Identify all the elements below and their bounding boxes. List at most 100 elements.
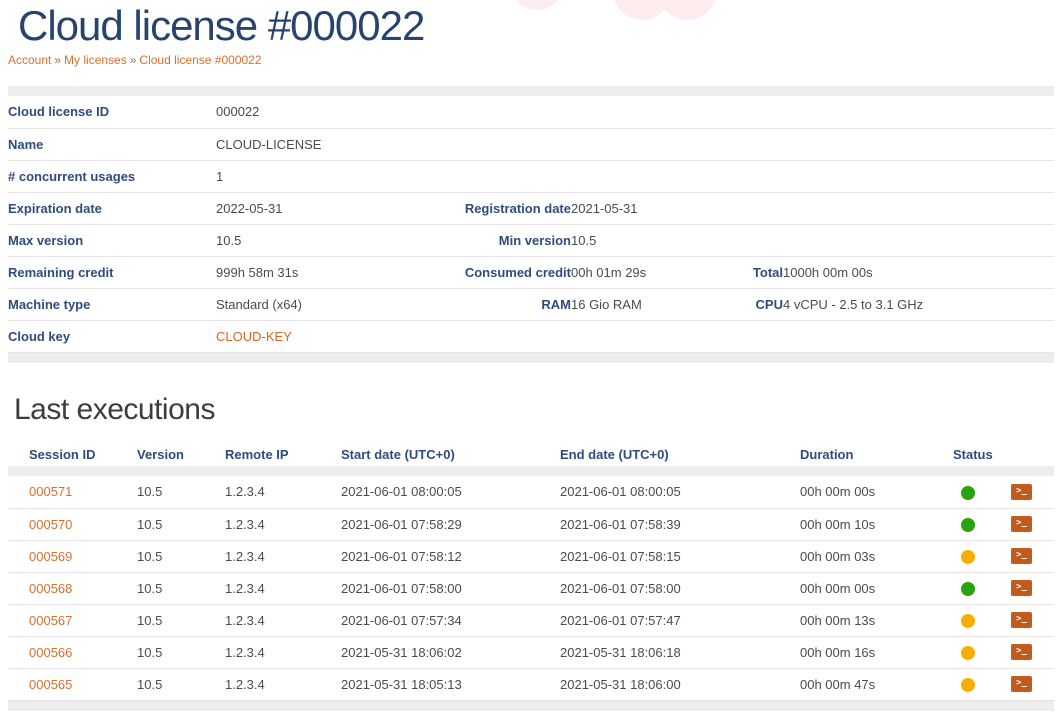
detail-row-machine: Machine type Standard (x64) RAM 16 Gio R… xyxy=(8,288,1054,320)
session-id-link[interactable]: 000571 xyxy=(29,484,72,499)
duration-cell: 00h 00m 03s xyxy=(800,540,953,572)
start-date-cell: 2021-06-01 07:57:34 xyxy=(341,604,560,636)
terminal-icon[interactable]: >_ xyxy=(1011,548,1032,564)
field-value: 999h 58m 31s xyxy=(216,256,456,288)
version-cell: 10.5 xyxy=(137,540,225,572)
breadcrumb-separator: » xyxy=(54,53,61,67)
duration-cell: 00h 00m 00s xyxy=(800,476,953,508)
end-date-cell: 2021-05-31 18:06:18 xyxy=(560,636,800,668)
breadcrumb-link-account[interactable]: Account xyxy=(8,53,51,67)
field-value: CLOUD-LICENSE xyxy=(216,128,1054,160)
last-executions-heading: Last executions xyxy=(14,393,1062,427)
terminal-icon[interactable]: >_ xyxy=(1011,484,1032,500)
field-value: 2022-05-31 xyxy=(216,192,456,224)
last-executions-table: Session ID Version Remote IP Start date … xyxy=(8,442,1054,711)
column-header-end-date: End date (UTC+0) xyxy=(560,442,800,466)
detail-row-cloud-key: Cloud key CLOUD-KEY xyxy=(8,320,1054,352)
column-header-start-date: Start date (UTC+0) xyxy=(341,442,560,466)
execution-row: 000568 10.5 1.2.3.4 2021-06-01 07:58:00 … xyxy=(8,572,1054,604)
status-dot xyxy=(961,550,975,564)
cloud-key-link[interactable]: CLOUD-KEY xyxy=(216,329,292,344)
field-label: CPU xyxy=(715,288,783,320)
field-label: Remaining credit xyxy=(8,256,216,288)
execution-row: 000567 10.5 1.2.3.4 2021-06-01 07:57:34 … xyxy=(8,604,1054,636)
duration-cell: 00h 00m 10s xyxy=(800,508,953,540)
field-value: 10.5 xyxy=(216,224,456,256)
status-dot xyxy=(961,614,975,628)
execution-row: 000571 10.5 1.2.3.4 2021-06-01 08:00:05 … xyxy=(8,476,1054,508)
session-id-link[interactable]: 000568 xyxy=(29,581,72,596)
start-date-cell: 2021-05-31 18:06:02 xyxy=(341,636,560,668)
remote-ip-cell: 1.2.3.4 xyxy=(225,540,341,572)
session-id-link[interactable]: 000566 xyxy=(29,645,72,660)
field-label: Cloud license ID xyxy=(8,96,216,128)
field-label: Expiration date xyxy=(8,192,216,224)
field-label: Machine type xyxy=(8,288,216,320)
column-header-session-id: Session ID xyxy=(8,442,137,466)
detail-row-cloud-license-id: Cloud license ID 000022 xyxy=(8,96,1054,128)
detail-row-credit: Remaining credit 999h 58m 31s Consumed c… xyxy=(8,256,1054,288)
terminal-icon[interactable]: >_ xyxy=(1011,580,1032,596)
column-header-status: Status xyxy=(953,442,1005,466)
execution-row: 000569 10.5 1.2.3.4 2021-06-01 07:58:12 … xyxy=(8,540,1054,572)
field-value: 1 xyxy=(216,160,1054,192)
version-cell: 10.5 xyxy=(137,572,225,604)
execution-row: 000566 10.5 1.2.3.4 2021-05-31 18:06:02 … xyxy=(8,636,1054,668)
duration-cell: 00h 00m 13s xyxy=(800,604,953,636)
status-dot xyxy=(961,486,975,500)
detail-row-dates: Expiration date 2022-05-31 Registration … xyxy=(8,192,1054,224)
session-id-link[interactable]: 000570 xyxy=(29,517,72,532)
status-dot xyxy=(961,518,975,532)
field-label: Min version xyxy=(456,224,571,256)
terminal-icon[interactable]: >_ xyxy=(1011,644,1032,660)
breadcrumb: Account»My licenses»Cloud license #00002… xyxy=(8,53,1062,67)
column-header-console xyxy=(1005,442,1054,466)
remote-ip-cell: 1.2.3.4 xyxy=(225,668,341,700)
field-value: 00h 01m 29s xyxy=(571,256,715,288)
version-cell: 10.5 xyxy=(137,636,225,668)
field-value: 10.5 xyxy=(571,224,1054,256)
end-date-cell: 2021-06-01 08:00:05 xyxy=(560,476,800,508)
column-header-duration: Duration xyxy=(800,442,953,466)
column-header-version: Version xyxy=(137,442,225,466)
detail-row-concurrent-usages: # concurrent usages 1 xyxy=(8,160,1054,192)
session-id-link[interactable]: 000565 xyxy=(29,677,72,692)
field-label: Total xyxy=(715,256,783,288)
license-details-table: Cloud license ID 000022 Name CLOUD-LICEN… xyxy=(8,86,1054,363)
terminal-icon[interactable]: >_ xyxy=(1011,516,1032,532)
field-value: 000022 xyxy=(216,96,1054,128)
start-date-cell: 2021-06-01 07:58:29 xyxy=(341,508,560,540)
field-label: Consumed credit xyxy=(456,256,571,288)
start-date-cell: 2021-06-01 08:00:05 xyxy=(341,476,560,508)
end-date-cell: 2021-06-01 07:58:15 xyxy=(560,540,800,572)
table-footer-strip xyxy=(8,352,1054,363)
start-date-cell: 2021-05-31 18:05:13 xyxy=(341,668,560,700)
status-dot xyxy=(961,646,975,660)
breadcrumb-link-my-licenses[interactable]: My licenses xyxy=(64,53,127,67)
end-date-cell: 2021-05-31 18:06:00 xyxy=(560,668,800,700)
field-value: 2021-05-31 xyxy=(571,192,1054,224)
field-label: Name xyxy=(8,128,216,160)
breadcrumb-separator: » xyxy=(130,53,137,67)
version-cell: 10.5 xyxy=(137,604,225,636)
start-date-cell: 2021-06-01 07:58:12 xyxy=(341,540,560,572)
session-id-link[interactable]: 000569 xyxy=(29,549,72,564)
field-value: Standard (x64) xyxy=(216,288,456,320)
column-header-remote-ip: Remote IP xyxy=(225,442,341,466)
remote-ip-cell: 1.2.3.4 xyxy=(225,476,341,508)
terminal-icon[interactable]: >_ xyxy=(1011,676,1032,692)
field-value: 4 vCPU - 2.5 to 3.1 GHz xyxy=(783,288,1054,320)
remote-ip-cell: 1.2.3.4 xyxy=(225,636,341,668)
detail-row-name: Name CLOUD-LICENSE xyxy=(8,128,1054,160)
status-dot xyxy=(961,582,975,596)
remote-ip-cell: 1.2.3.4 xyxy=(225,508,341,540)
remote-ip-cell: 1.2.3.4 xyxy=(225,572,341,604)
terminal-icon[interactable]: >_ xyxy=(1011,612,1032,628)
end-date-cell: 2021-06-01 07:57:47 xyxy=(560,604,800,636)
breadcrumb-current-page: Cloud license #000022 xyxy=(139,53,261,67)
duration-cell: 00h 00m 00s xyxy=(800,572,953,604)
session-id-link[interactable]: 000567 xyxy=(29,613,72,628)
field-label: Registration date xyxy=(456,192,571,224)
end-date-cell: 2021-06-01 07:58:39 xyxy=(560,508,800,540)
table-header-strip xyxy=(8,466,1054,476)
